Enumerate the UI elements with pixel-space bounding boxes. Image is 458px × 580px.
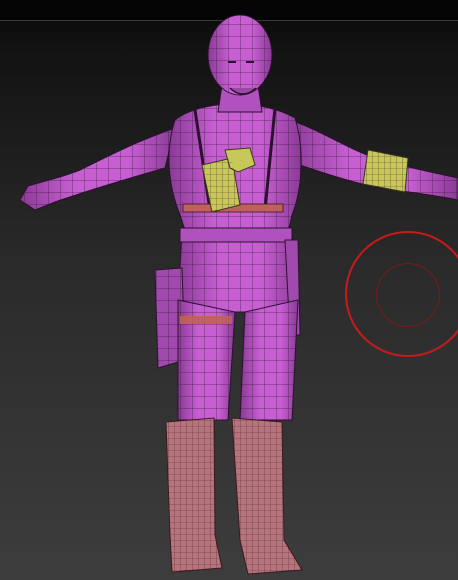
boots (165, 417, 303, 575)
pelvis (177, 227, 299, 313)
head (207, 14, 273, 113)
brush-falloff-icon (376, 263, 440, 327)
left-arm (19, 127, 176, 211)
legs (177, 299, 299, 421)
armband (362, 149, 409, 193)
zbrush-viewport[interactable] (0, 0, 458, 580)
